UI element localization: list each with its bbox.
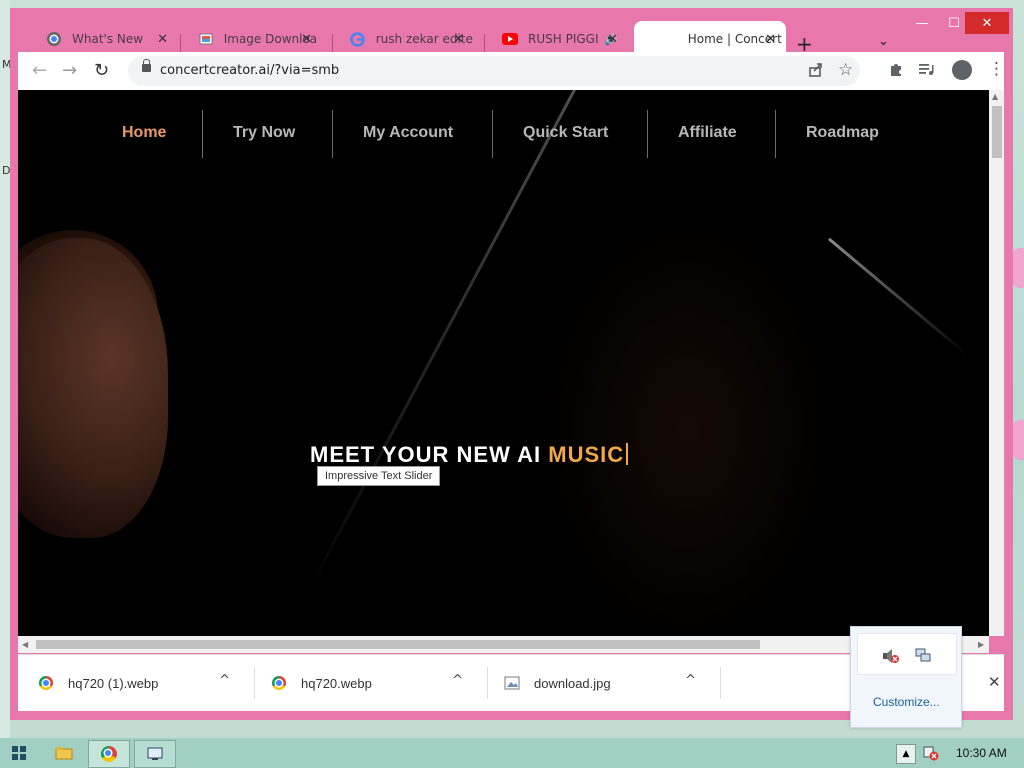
vertical-scrollbar[interactable]: ▲ (989, 90, 1004, 636)
image-icon (198, 31, 214, 47)
profile-avatar[interactable] (952, 60, 972, 80)
download-filename: hq720 (1).webp (68, 675, 159, 691)
tab-close-icon[interactable]: ✕ (765, 32, 776, 47)
chrome-icon (38, 675, 54, 691)
blank-page-icon (662, 31, 678, 47)
share-icon[interactable] (808, 62, 824, 82)
speaker-muted-icon[interactable] (882, 648, 900, 668)
customize-link[interactable]: Customize... (873, 695, 940, 709)
chrome-icon (101, 746, 117, 762)
nav-divider (492, 110, 493, 158)
nav-divider (332, 110, 333, 158)
youtube-icon (502, 31, 518, 47)
tooltip: Impressive Text Slider (317, 466, 441, 486)
browser-window: — ☐ ✕ What's New ✕ Image Downloa ✕ rush … (10, 8, 1013, 720)
tab-close-icon[interactable]: ✕ (453, 32, 464, 47)
url-text[interactable]: concertcreator.ai/?via=smb (160, 63, 339, 78)
web-page-hero: Home Try Now My Account Quick Start Affi… (18, 90, 989, 636)
chrome-taskbar-icon[interactable] (88, 740, 130, 768)
scroll-right-arrow[interactable]: ▶ (978, 640, 984, 649)
close-downloads-button[interactable]: ✕ (988, 673, 1001, 691)
minimize-button[interactable]: — (906, 12, 938, 34)
windows-start-icon[interactable] (12, 746, 26, 760)
forward-button[interactable]: → (62, 60, 77, 81)
menu-button[interactable]: ⋮ (988, 59, 1005, 79)
nav-affiliate[interactable]: Affiliate (678, 124, 737, 142)
address-bar[interactable]: concertcreator.ai/?via=smb ☆ (128, 56, 860, 86)
chevron-up-icon[interactable]: ^ (219, 673, 230, 688)
download-item[interactable]: download.jpg ^ (484, 655, 716, 711)
desktop-decoration (1012, 248, 1024, 288)
headline-text: MEET YOUR NEW AI (310, 442, 549, 467)
desktop-left-edge (0, 0, 10, 738)
horizontal-scrollbar[interactable]: ◀ ▶ (18, 636, 989, 653)
hero-headline: MEET YOUR NEW AI MUSIC (310, 442, 629, 468)
typing-caret (626, 443, 629, 465)
desktop-decoration (1012, 420, 1024, 460)
tab-label: RUSH PIGGI (528, 32, 599, 46)
star-icon[interactable]: ☆ (838, 60, 853, 80)
network-error-icon[interactable] (922, 744, 940, 766)
light-beam (828, 237, 968, 356)
tray-overflow-popup: Customize... (850, 626, 962, 728)
tab-search-button[interactable]: ⌄ (878, 34, 889, 49)
file-explorer-icon[interactable] (44, 740, 84, 766)
scroll-up-arrow[interactable]: ▲ (992, 92, 998, 101)
tab-close-icon[interactable]: ✕ (157, 32, 168, 47)
download-filename: download.jpg (534, 675, 611, 691)
tab-close-icon[interactable]: ✕ (301, 32, 312, 47)
hero-portrait-image (18, 238, 168, 538)
scroll-left-arrow[interactable]: ◀ (22, 640, 28, 649)
vertical-scroll-thumb[interactable] (992, 106, 1002, 158)
tray-icons-area (857, 633, 957, 675)
nav-home[interactable]: Home (122, 124, 166, 142)
network-icon[interactable] (914, 648, 932, 668)
chrome-icon (271, 675, 287, 691)
media-queue-icon[interactable] (918, 61, 934, 81)
nav-roadmap[interactable]: Roadmap (806, 124, 879, 142)
nav-try-now[interactable]: Try Now (233, 124, 295, 142)
download-item[interactable]: hq720.webp ^ (251, 655, 483, 711)
headline-accent-word: MUSIC (548, 442, 625, 467)
nav-my-account[interactable]: My Account (363, 124, 453, 142)
horizontal-scroll-thumb[interactable] (36, 640, 760, 649)
download-separator (720, 667, 721, 699)
chevron-up-icon[interactable]: ^ (685, 673, 696, 688)
nav-quick-start[interactable]: Quick Start (523, 124, 608, 142)
reload-button[interactable]: ↻ (94, 60, 109, 81)
site-nav: Home Try Now My Account Quick Start Affi… (18, 110, 989, 158)
show-hidden-icons-button[interactable]: ▲ (896, 744, 916, 764)
taskbar-clock[interactable]: 10:30 AM (956, 746, 1007, 760)
google-icon (350, 31, 366, 47)
chevron-up-icon[interactable]: ^ (452, 673, 463, 688)
download-item[interactable]: hq720 (1).webp ^ (18, 655, 250, 711)
taskbar: ▲ 10:30 AM (0, 738, 1024, 768)
back-button[interactable]: ← (32, 60, 47, 81)
image-file-icon (504, 675, 520, 691)
download-filename: hq720.webp (301, 675, 372, 691)
hero-light-glow (538, 210, 838, 636)
browser-toolbar: ← → ↻ concertcreator.ai/?via=smb ☆ ⋮ (18, 52, 1005, 90)
close-window-button[interactable]: ✕ (965, 12, 1009, 34)
lock-icon[interactable] (142, 59, 151, 72)
nav-divider (647, 110, 648, 158)
nav-divider (202, 110, 203, 158)
remote-desktop-icon[interactable] (134, 740, 176, 768)
nav-divider (775, 110, 776, 158)
tab-close-icon[interactable]: ✕ (607, 32, 618, 47)
puzzle-icon[interactable] (888, 61, 904, 81)
chrome-icon (46, 31, 62, 47)
